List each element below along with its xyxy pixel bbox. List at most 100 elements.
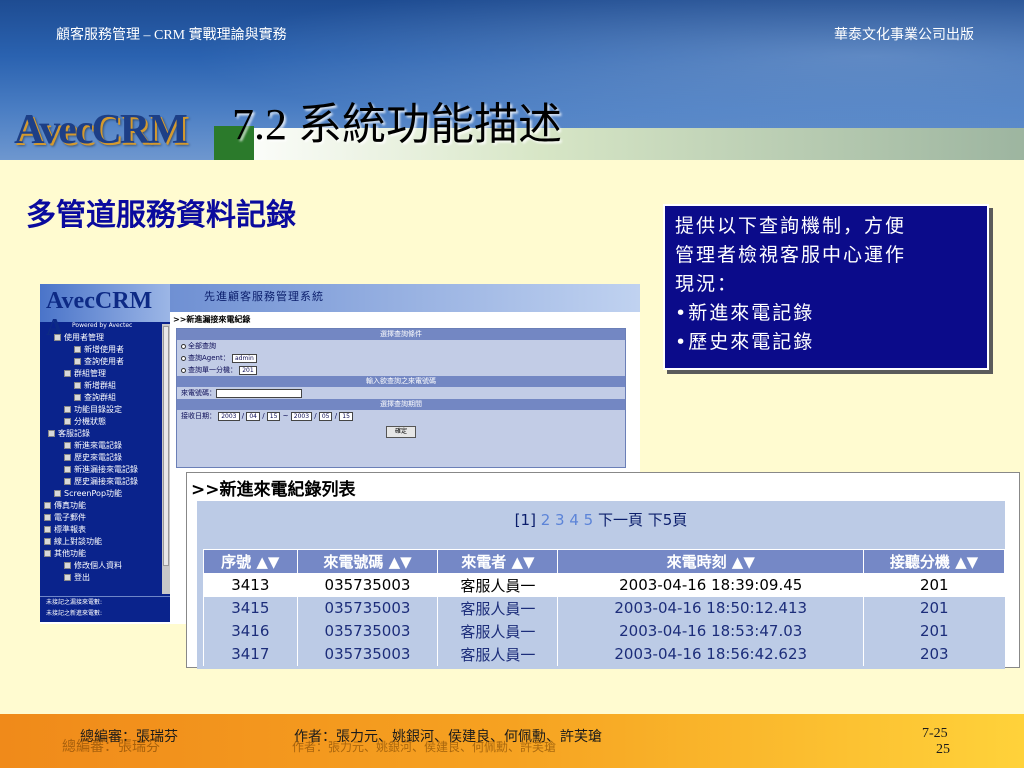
phone-input[interactable] — [216, 388, 302, 398]
from-day-select[interactable]: 15 — [266, 411, 281, 421]
avec-crm-logo: AvecCRM — [14, 106, 214, 156]
page-icon — [54, 490, 61, 497]
table-row[interactable]: 3413 035735003 客服人員一 2003-04-16 18:39:09… — [203, 573, 1005, 597]
chapter-page: 7-25 — [922, 726, 948, 741]
to-month-select[interactable]: 05 — [318, 411, 333, 421]
call-list-panel: [1] 2 3 4 5 下一頁 下5頁 序號 ▲▼ 來電號碼 ▲▼ 來電者 ▲▼… — [197, 501, 1005, 669]
tree-item[interactable]: ScreenPop功能 — [40, 488, 170, 500]
to-day-select[interactable]: 15 — [339, 411, 353, 421]
page-links[interactable]: 2 3 4 5 — [541, 511, 593, 529]
table-row[interactable]: 3417 035735003 客服人員一 2003-04-16 18:56:42… — [203, 642, 1005, 666]
cell-id: 3417 — [203, 642, 298, 666]
cell-extension: 201 — [863, 619, 1005, 643]
table-row[interactable]: 3415 035735003 客服人員一 2003-04-16 18:50:12… — [203, 596, 1005, 620]
tree-item[interactable]: 群組管理 — [40, 368, 170, 380]
slide-title: 7.2 系統功能描述 — [232, 100, 562, 149]
tree-item[interactable]: 修改個人資料 — [40, 560, 170, 572]
column-header-caller[interactable]: 來電者 ▲▼ — [437, 549, 559, 574]
column-header-time[interactable]: 來電時刻 ▲▼ — [557, 549, 865, 574]
tree-item[interactable]: 分機狀態 — [40, 416, 170, 428]
column-header-extension[interactable]: 接聽分機 ▲▼ — [863, 549, 1005, 574]
course-title: 顧客服務管理 – CRM 實戰理論與實務 — [56, 28, 287, 43]
slide-header: 顧客服務管理 – CRM 實戰理論與實務 華泰文化事業公司出版 AvecCRM … — [0, 0, 1024, 160]
cell-caller: 客服人員一 — [437, 642, 558, 666]
current-page: [1] — [514, 511, 536, 529]
scrollbar-thumb[interactable] — [163, 326, 169, 566]
info-box: 提供以下查詢機制，方便 管理者檢視客服中心運作 現況： •新進來電記錄 •歷史來… — [663, 204, 989, 370]
radio-extension[interactable]: 查詢單一分機： 201 — [177, 364, 625, 376]
tree-item[interactable]: 新增使用者 — [40, 344, 170, 356]
cell-phone: 035735003 — [296, 642, 438, 666]
to-year-select[interactable]: 2003 — [290, 411, 313, 421]
cell-time: 2003-04-16 18:56:42.623 — [557, 642, 864, 666]
cell-id: 3416 — [203, 619, 298, 643]
radio-icon[interactable] — [181, 367, 186, 373]
publisher: 華泰文化事業公司出版 — [834, 28, 974, 43]
from-year-select[interactable]: 2003 — [218, 411, 240, 421]
sidebar-footer: 未接記之漏接來電數: 未接記之新進來電數: — [40, 596, 170, 622]
section-subtitle: 多管道服務資料記錄 — [26, 198, 296, 233]
date-row: 接收日期： 2003 / 04 / 15 ~ 2003 / 05 / 15 — [177, 410, 625, 422]
app-title: 先進顧客服務管理系統 — [204, 290, 324, 303]
radio-agent[interactable]: 查詢Agent： admin — [177, 352, 625, 364]
app-sidebar: AvecCRM A Powered by Avectec 使用者管理 新增使用者… — [40, 284, 170, 622]
tree-item[interactable]: 電子郵件 — [40, 512, 170, 524]
tree-item[interactable]: 新增群組 — [40, 380, 170, 392]
folder-icon — [44, 502, 51, 509]
page-icon — [74, 394, 81, 401]
extension-select[interactable]: 201 — [239, 365, 257, 375]
tree-item[interactable]: 標準報表 — [40, 524, 170, 536]
radio-all[interactable]: 全部查詢 — [177, 340, 625, 352]
next-page-link[interactable]: 下一頁 — [598, 511, 643, 529]
form-section-bar: 選擇查詢條件 — [177, 329, 625, 340]
tree-item[interactable]: 線上對談功能 — [40, 536, 170, 548]
cell-phone: 035735003 — [296, 619, 438, 643]
page-icon — [64, 418, 71, 425]
cell-extension: 201 — [863, 573, 1005, 597]
tree-item[interactable]: 客服記錄 — [40, 428, 170, 440]
form-section-bar: 輸入欲查詢之來電號碼 — [177, 376, 625, 387]
info-bullet: •新進來電記錄 — [675, 302, 815, 324]
author-credit-shadow: 作者：張力元、姚銀河、侯建良、何佩勳、許芙瑲 — [292, 740, 557, 754]
radio-icon[interactable] — [181, 355, 186, 361]
tree-item[interactable]: 其他功能 — [40, 548, 170, 560]
tree-item[interactable]: 新進來電記錄 — [40, 440, 170, 452]
info-line: 提供以下查詢機制，方便 — [675, 215, 907, 237]
tree-item[interactable]: 功能目錄設定 — [40, 404, 170, 416]
column-header-id[interactable]: 序號 ▲▼ — [203, 549, 298, 574]
cell-phone: 035735003 — [296, 573, 438, 597]
tree-item[interactable]: 查詢群組 — [40, 392, 170, 404]
page-icon — [74, 346, 81, 353]
tree-item[interactable]: 使用者管理 — [40, 332, 170, 344]
agent-select[interactable]: admin — [231, 353, 257, 363]
folder-icon — [54, 334, 61, 341]
table-header-row: 序號 ▲▼ 來電號碼 ▲▼ 來電者 ▲▼ 來電時刻 ▲▼ 接聽分機 ▲▼ — [203, 549, 1005, 574]
call-table: 序號 ▲▼ 來電號碼 ▲▼ 來電者 ▲▼ 來電時刻 ▲▼ 接聽分機 ▲▼ 341… — [203, 549, 1005, 666]
folder-icon — [44, 514, 51, 521]
folder-icon — [44, 526, 51, 533]
table-row[interactable]: 3416 035735003 客服人員一 2003-04-16 18:53:47… — [203, 619, 1005, 643]
column-header-phone[interactable]: 來電號碼 ▲▼ — [296, 549, 439, 574]
info-bullet: •歷史來電記錄 — [675, 331, 815, 353]
page-icon — [64, 442, 71, 449]
tree-item[interactable]: 查詢使用者 — [40, 356, 170, 368]
tree-item[interactable]: 新進漏接來電記錄 — [40, 464, 170, 476]
page-icon — [64, 454, 71, 461]
new-count-label: 未接記之新進來電數: — [46, 610, 103, 617]
tree-item[interactable]: 歷史來電記錄 — [40, 452, 170, 464]
form-section-bar: 選擇查詢期間 — [177, 399, 625, 410]
tree-item[interactable]: 歷史漏接來電記錄 — [40, 476, 170, 488]
submit-button[interactable]: 確定 — [386, 426, 416, 438]
next-five-pages-link[interactable]: 下5頁 — [648, 511, 688, 529]
folder-icon — [44, 538, 51, 545]
tree-item[interactable]: 登出 — [40, 572, 170, 584]
function-tree: 使用者管理 新增使用者 查詢使用者 群組管理 新增群組 查詢群組 功能目錄設定 … — [40, 330, 170, 584]
page-icon — [74, 382, 81, 389]
radio-icon[interactable] — [181, 343, 186, 349]
slide-footer: 總編審：張瑞芬 總編審：張瑞芬 作者：張力元、姚銀河、侯建良、何佩勳、許芙瑲 作… — [0, 714, 1024, 768]
tree-item[interactable]: 傳真功能 — [40, 500, 170, 512]
cell-id: 3415 — [203, 596, 298, 620]
cell-phone: 035735003 — [296, 596, 438, 620]
from-month-select[interactable]: 04 — [246, 411, 260, 421]
cell-caller: 客服人員一 — [437, 619, 558, 643]
